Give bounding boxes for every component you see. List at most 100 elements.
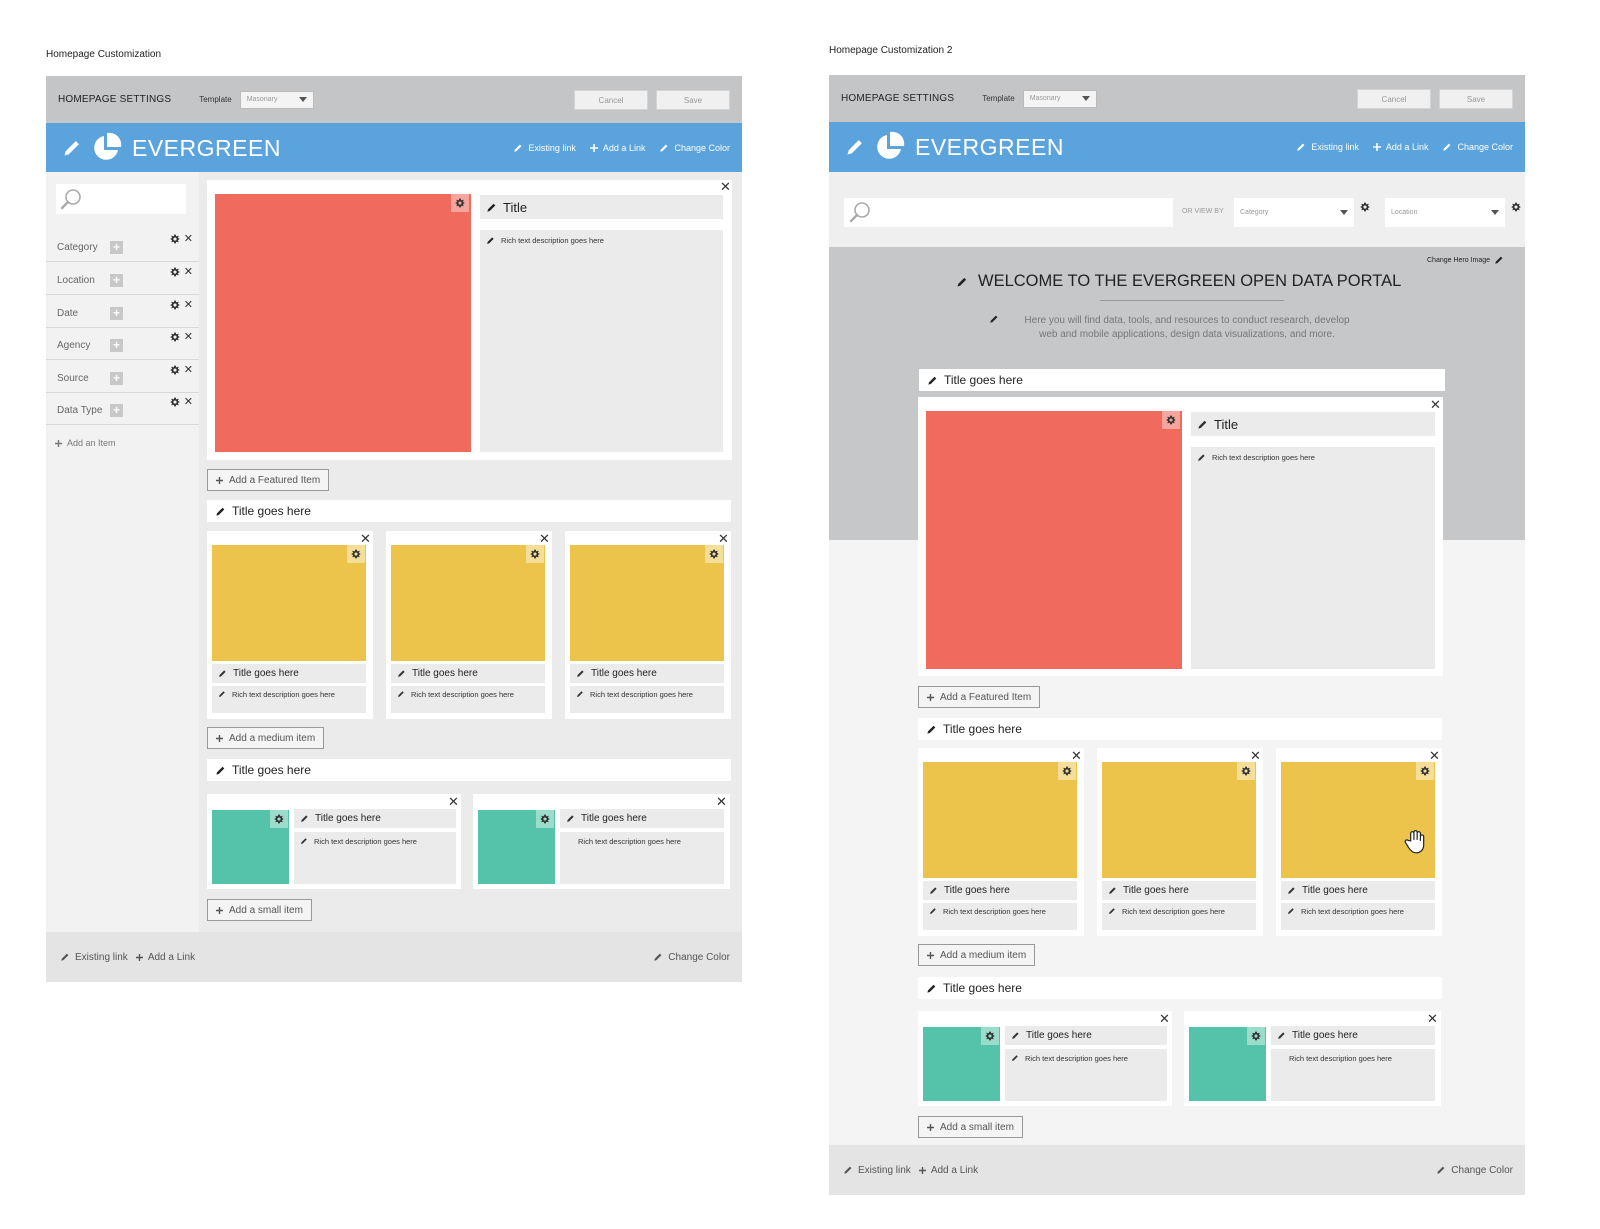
change-color-button[interactable]: Change Color <box>1442 142 1513 152</box>
gear-icon[interactable] <box>526 545 544 563</box>
search-input[interactable] <box>56 184 186 214</box>
add-link-button[interactable]: Add a Link <box>1373 142 1428 152</box>
plus-icon[interactable]: + <box>110 274 123 287</box>
small-section-title[interactable]: Title goes here <box>918 977 1442 999</box>
category-select[interactable]: Category <box>1234 198 1354 227</box>
facet-agency[interactable]: Agency + ✕ <box>46 327 199 360</box>
close-icon[interactable]: ✕ <box>184 265 193 278</box>
gear-icon[interactable] <box>1416 762 1434 780</box>
small-card-description[interactable]: Rich text description goes here <box>294 832 456 884</box>
gear-icon[interactable] <box>1511 202 1521 212</box>
facet-date[interactable]: Date + ✕ <box>46 295 199 328</box>
facet-data-type[interactable]: Data Type + ✕ <box>46 392 199 425</box>
pencil-icon[interactable] <box>989 314 999 324</box>
close-icon[interactable]: ✕ <box>1430 398 1441 411</box>
footer-change-color[interactable]: Change Color <box>1436 1165 1513 1176</box>
medium-section-title[interactable]: Title goes here <box>918 718 1442 740</box>
small-card-description[interactable]: Rich text description goes here <box>1271 1049 1435 1101</box>
medium-card-description[interactable]: Rich text description goes here <box>212 686 366 713</box>
gear-icon[interactable] <box>170 332 180 342</box>
change-color-button[interactable]: Change Color <box>659 143 730 153</box>
close-icon[interactable]: ✕ <box>184 395 193 408</box>
add-medium-item-button[interactable]: Add a medium item <box>918 944 1036 966</box>
featured-description-field[interactable]: Rich text description goes here <box>480 230 723 452</box>
medium-card-title[interactable]: Title goes here <box>923 881 1077 900</box>
change-hero-image-button[interactable]: Change Hero Image <box>1427 255 1504 265</box>
small-card-title[interactable]: Title goes here <box>1005 1026 1167 1045</box>
facet-source[interactable]: Source + ✕ <box>46 360 199 393</box>
medium-card-title[interactable]: Title goes here <box>570 664 724 683</box>
add-small-item-button[interactable]: Add a small item <box>918 1116 1023 1138</box>
plus-icon[interactable]: + <box>110 339 123 352</box>
gear-icon[interactable] <box>170 397 180 407</box>
gear-icon[interactable] <box>270 810 288 828</box>
cancel-button[interactable]: Cancel <box>1357 89 1431 109</box>
medium-card-description[interactable]: Rich text description goes here <box>570 686 724 713</box>
featured-title-field[interactable]: Title <box>1191 412 1435 436</box>
gear-icon[interactable] <box>536 810 554 828</box>
gear-icon[interactable] <box>170 267 180 277</box>
location-select[interactable]: Location <box>1385 198 1505 227</box>
facet-location[interactable]: Location + ✕ <box>46 262 199 295</box>
footer-add-link[interactable]: Add a Link <box>919 1165 978 1176</box>
close-icon[interactable]: ✕ <box>360 532 371 545</box>
medium-card-description[interactable]: Rich text description goes here <box>1281 903 1435 930</box>
add-featured-item-button[interactable]: Add a Featured Item <box>207 469 330 491</box>
featured-section-title[interactable]: Title goes here <box>919 369 1445 391</box>
close-icon[interactable]: ✕ <box>184 232 193 245</box>
add-item-button[interactable]: Add an Item <box>55 438 116 448</box>
plus-icon[interactable]: + <box>110 241 123 254</box>
plus-icon[interactable]: + <box>110 372 123 385</box>
gear-icon[interactable] <box>451 194 469 212</box>
footer-existing-link[interactable]: Existing link <box>60 952 128 963</box>
small-card-title[interactable]: Title goes here <box>294 809 456 828</box>
featured-description-field[interactable]: Rich text description goes here <box>1191 447 1435 669</box>
close-icon[interactable]: ✕ <box>1427 1012 1438 1025</box>
facet-category[interactable]: Category + ✕ <box>46 229 199 262</box>
add-link-button[interactable]: Add a Link <box>590 143 645 153</box>
medium-card-description[interactable]: Rich text description goes here <box>391 686 545 713</box>
add-small-item-button[interactable]: Add a small item <box>207 899 312 921</box>
pencil-icon[interactable] <box>956 276 968 288</box>
close-icon[interactable]: ✕ <box>184 363 193 376</box>
gear-icon[interactable] <box>1058 762 1076 780</box>
add-medium-item-button[interactable]: Add a medium item <box>207 727 325 749</box>
close-icon[interactable]: ✕ <box>184 298 193 311</box>
medium-card-description[interactable]: Rich text description goes here <box>1102 903 1256 930</box>
gear-icon[interactable] <box>347 545 365 563</box>
save-button[interactable]: Save <box>1439 89 1513 109</box>
close-icon[interactable]: ✕ <box>716 795 727 808</box>
medium-card-title[interactable]: Title goes here <box>1281 881 1435 900</box>
close-icon[interactable]: ✕ <box>184 330 193 343</box>
pencil-icon[interactable] <box>845 137 865 157</box>
close-icon[interactable]: ✕ <box>1250 749 1261 762</box>
close-icon[interactable]: ✕ <box>1159 1012 1170 1025</box>
close-icon[interactable]: ✕ <box>448 795 459 808</box>
medium-section-title[interactable]: Title goes here <box>207 500 731 522</box>
template-select[interactable]: Masonary <box>239 90 314 109</box>
close-icon[interactable]: ✕ <box>1071 749 1082 762</box>
close-icon[interactable]: ✕ <box>1429 749 1440 762</box>
small-section-title[interactable]: Title goes here <box>207 759 731 781</box>
gear-icon[interactable] <box>1247 1027 1265 1045</box>
gear-icon[interactable] <box>170 300 180 310</box>
footer-existing-link[interactable]: Existing link <box>843 1165 911 1176</box>
medium-card-title[interactable]: Title goes here <box>1102 881 1256 900</box>
search-input[interactable] <box>844 198 1173 227</box>
pencil-icon[interactable] <box>62 138 82 158</box>
medium-card-title[interactable]: Title goes here <box>391 664 545 683</box>
footer-add-link[interactable]: Add a Link <box>136 952 195 963</box>
existing-link[interactable]: Existing link <box>513 143 576 153</box>
existing-link[interactable]: Existing link <box>1296 142 1359 152</box>
gear-icon[interactable] <box>981 1027 999 1045</box>
gear-icon[interactable] <box>1162 411 1180 429</box>
small-card-description[interactable]: Rich text description goes here <box>1005 1049 1167 1101</box>
gear-icon[interactable] <box>1360 202 1370 212</box>
plus-icon[interactable]: + <box>110 307 123 320</box>
save-button[interactable]: Save <box>656 90 730 110</box>
gear-icon[interactable] <box>1237 762 1255 780</box>
close-icon[interactable]: ✕ <box>718 532 729 545</box>
featured-title-field[interactable]: Title <box>480 195 723 219</box>
medium-card-title[interactable]: Title goes here <box>212 664 366 683</box>
medium-card-description[interactable]: Rich text description goes here <box>923 903 1077 930</box>
